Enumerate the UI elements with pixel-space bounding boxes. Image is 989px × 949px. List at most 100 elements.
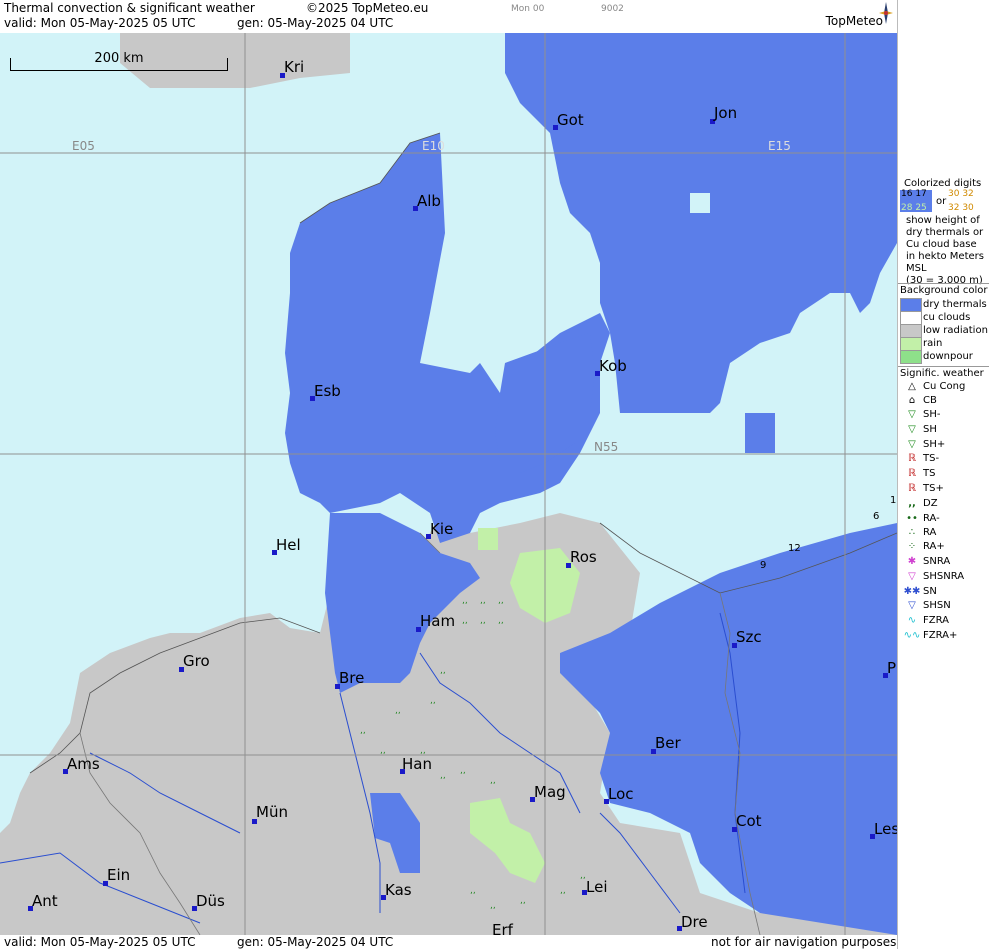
city-label-szc: Szc (736, 628, 762, 646)
cb-icon: ⌂ (908, 395, 916, 406)
digit-6: 6 (873, 511, 880, 522)
city-label-mag: Mag (534, 783, 566, 801)
legend-desc-1: show height of (906, 215, 980, 226)
thunderstorm-heavy-icon: ℝ (908, 483, 916, 494)
cu-cong-icon: △ (908, 381, 916, 392)
legend-wx-label: SHSNRA (923, 571, 965, 582)
footer-bar: valid: Mon 05-May-2025 05 UTC gen: 05-Ma… (0, 935, 897, 949)
legend-wx-label: RA (923, 527, 937, 538)
city-label-gro: Gro (183, 652, 210, 670)
svg-text:,,: ,, (360, 726, 366, 736)
city-label-ros: Ros (570, 548, 597, 566)
svg-text:,,: ,, (490, 901, 496, 911)
svg-text:,,: ,, (498, 616, 504, 626)
grid-label-e10: E10 (422, 139, 445, 153)
shower-light-icon: ▽ (908, 409, 916, 420)
logo-star-icon (879, 2, 893, 24)
legend-sample-b: 28 25 (901, 203, 927, 213)
digit-12: 12 (788, 543, 801, 554)
legend-sample-d: 32 30 (948, 203, 974, 213)
legend-bg-label: cu clouds (923, 312, 971, 323)
freezing-rain-icon: ∿ (907, 615, 917, 626)
legend-panel: Colorized digits 16 17 28 25 or 30 32 32… (897, 0, 989, 949)
scale-label: 200 km (94, 51, 144, 66)
svg-text:,,: ,, (395, 706, 401, 716)
svg-text:,,: ,, (498, 596, 504, 606)
thunderstorm-icon: ℝ (908, 468, 916, 479)
topmeteo-logo: TopMeteo (825, 14, 883, 28)
svg-text:,,: ,, (460, 766, 466, 776)
grid-label-e15: E15 (768, 139, 791, 153)
city-label-erf: Erf (492, 921, 513, 935)
legend-colorized-title: Colorized digits (904, 178, 982, 189)
drizzle-icon: ,, (908, 498, 916, 509)
city-label-alb: Alb (417, 192, 441, 210)
footer-disclaimer: not for air navigation purposes (711, 935, 897, 949)
legend-wx-label: SH (923, 424, 937, 435)
legend-wx-label: RA- (923, 513, 940, 524)
valid-time: valid: Mon 05-May-2025 05 UTC (4, 16, 196, 30)
svg-text:,,: ,, (440, 666, 446, 676)
city-label-les: Les (874, 820, 897, 838)
map-title: Thermal convection & significant weather (4, 1, 255, 15)
rain-light-icon: •• (906, 513, 918, 524)
city-label-dre: Dre (681, 913, 708, 931)
city-label-ein: Ein (107, 866, 131, 884)
city-label-ams: Ams (67, 755, 100, 773)
svg-text:,,: ,, (580, 871, 586, 881)
city-label-ant: Ant (32, 892, 58, 910)
digit-9: 9 (760, 560, 767, 571)
legend-bg-label: rain (923, 338, 943, 349)
legend-bg-title: Background color (900, 285, 988, 296)
legend-swatch-dry-thermals (900, 298, 922, 312)
snow-rain-icon: ✱ (907, 556, 917, 567)
legend-swatch-rain (900, 337, 922, 351)
legend-wx-label: DZ (923, 498, 938, 509)
rain-icon: ∴ (908, 527, 916, 538)
svg-text:,,: ,, (430, 696, 436, 706)
city-label-hel: Hel (276, 536, 301, 554)
copyright: ©2025 TopMeteo.eu (306, 1, 429, 15)
legend-wx-label: SH- (923, 409, 941, 420)
thunderstorm-light-icon: ℝ (908, 453, 916, 464)
shower-heavy-icon: ▽ (908, 439, 916, 450)
legend-wx-label: FZRA+ (923, 630, 958, 641)
legend-bg-label: low radiation (923, 325, 988, 336)
svg-text:,,: ,, (380, 746, 386, 756)
city-label-bre: Bre (339, 669, 365, 687)
svg-text:,,: ,, (520, 896, 526, 906)
legend-sample-c: 30 32 (948, 189, 974, 199)
map-area[interactable]: ,,,,,, ,,,,,, ,,,,,, ,,,,,, ,,,,,, ,,,,,… (0, 33, 897, 935)
digit-1: 1 (890, 495, 897, 506)
legend-bg-label: dry thermals (923, 299, 987, 310)
legend-desc-5: MSL (906, 263, 927, 274)
legend-wx-title: Signific. weather (900, 368, 984, 379)
legend-desc-2: dry thermals or (906, 227, 984, 238)
city-label-lei: Lei (586, 878, 608, 896)
city-label-loc: Loc (608, 785, 634, 803)
legend-desc-3: Cu cloud base (906, 239, 977, 250)
legend-sample-a: 16 17 (901, 189, 927, 199)
generated-time: gen: 05-May-2025 04 UTC (237, 16, 394, 30)
city-label-kob: Kob (599, 357, 627, 375)
city-label-dus: Düs (196, 892, 225, 910)
legend-swatch-cu-clouds (900, 311, 922, 325)
svg-text:,,: ,, (462, 616, 468, 626)
city-label-ber: Ber (655, 734, 681, 752)
legend-wx-label: TS- (923, 453, 940, 464)
grid-label-n55: N55 (594, 440, 619, 454)
legend-swatch-downpour (900, 350, 922, 364)
scale-bar: 200 km (10, 51, 228, 71)
city-label-mun: Mün (256, 803, 288, 821)
svg-text:,,: ,, (560, 886, 566, 896)
city-label-jon: Jon (714, 104, 738, 122)
map-canvas: ,,,,,, ,,,,,, ,,,,,, ,,,,,, ,,,,,, ,,,,,… (0, 33, 897, 935)
shower-snow-rain-icon: ▽ (908, 571, 916, 582)
footer-generated-time: gen: 05-May-2025 04 UTC (237, 935, 394, 949)
legend-bg-label: downpour (923, 351, 973, 362)
rain-heavy-icon: ⁘ (907, 541, 917, 552)
city-label-ham: Ham (420, 612, 456, 630)
city-label-han: Han (402, 755, 432, 773)
legend-divider (898, 366, 989, 367)
legend-desc-4: in hekto Meters (906, 251, 984, 262)
